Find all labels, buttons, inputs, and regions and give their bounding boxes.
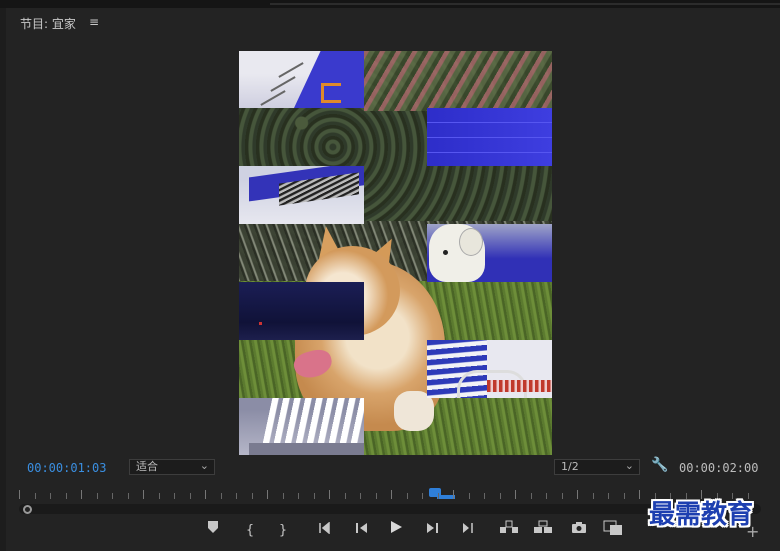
zoom-fit-value: 适合 — [136, 460, 158, 473]
ruler-tick — [127, 493, 129, 499]
ruler-tick — [608, 493, 609, 499]
ruler-tick — [344, 493, 346, 499]
ruler-tick — [313, 493, 315, 499]
image-tile-blue-wall — [427, 108, 552, 166]
panel-tab-bar: 节目: 宜家 ≡ — [6, 8, 780, 38]
ruler-tick — [267, 490, 268, 499]
ruler-tick — [360, 493, 361, 499]
playhead-timecode[interactable]: 00:00:01:03 — [27, 461, 106, 475]
program-viewer[interactable] — [239, 51, 552, 455]
ruler-tick — [623, 493, 625, 499]
resolution-value: 1/2 — [561, 460, 579, 473]
ruler-tick — [437, 493, 439, 499]
ruler-tick — [406, 493, 408, 499]
ruler-tick — [143, 490, 144, 499]
ruler-tick — [81, 490, 82, 499]
ruler-tick — [158, 493, 160, 499]
ruler-tick — [174, 493, 175, 499]
image-tile-striped-chair — [427, 340, 552, 398]
ruler-tick — [499, 493, 501, 499]
ruler-tick — [65, 493, 67, 499]
hedge-red-leaves — [364, 51, 552, 111]
ruler-tick — [422, 493, 423, 499]
ruler-tick — [205, 490, 206, 499]
image-tile-roof-slats — [239, 166, 364, 224]
ruler-tick — [484, 493, 485, 499]
panel-title[interactable]: 节目: 宜家 — [20, 15, 76, 32]
camera-icon[interactable] — [568, 520, 590, 542]
ruler-tick — [530, 493, 532, 499]
ruler-tick — [391, 490, 392, 499]
settings-wrench-icon[interactable]: 🔧 — [651, 457, 668, 473]
ruler-tick — [577, 490, 578, 499]
ruler-tick — [468, 493, 470, 499]
image-tile-dark-blue — [239, 282, 364, 340]
image-tile-white-fence — [239, 398, 364, 455]
ruler-tick — [515, 490, 516, 499]
ruler-tick — [639, 490, 640, 499]
go-to-in-icon[interactable] — [315, 520, 337, 542]
ruler-tick — [34, 493, 36, 499]
ruler-tick — [546, 493, 547, 499]
top-border — [0, 0, 780, 8]
play-icon[interactable] — [385, 520, 407, 542]
image-tile-bear-statue — [427, 224, 552, 282]
program-monitor-panel: 节目: 宜家 ≡ 00:00:01:03 适合 ⌄ 1/2 ⌄ 🔧 00:00:… — [6, 8, 780, 551]
chevron-down-icon: ⌄ — [624, 459, 634, 472]
ruler-tick — [19, 490, 20, 499]
go-to-out-icon[interactable] — [455, 520, 477, 542]
ruler-tick — [50, 493, 51, 499]
ruler-tick — [592, 493, 594, 499]
step-back-icon[interactable] — [351, 520, 373, 542]
lift-icon[interactable] — [498, 520, 520, 542]
duration-timecode: 00:00:02:00 — [679, 461, 759, 475]
watermark-logo: 最需教育 — [649, 500, 754, 530]
panel-menu-icon[interactable]: ≡ — [89, 15, 99, 29]
scrollbar-handle[interactable] — [23, 505, 32, 514]
comparison-view-icon[interactable] — [602, 520, 624, 542]
zoom-fit-dropdown[interactable]: 适合 ⌄ — [129, 459, 215, 475]
ruler-tick — [189, 493, 191, 499]
ruler-tick — [453, 490, 454, 499]
ruler-tick — [375, 493, 377, 499]
step-forward-icon[interactable] — [421, 520, 443, 542]
marker-icon[interactable] — [202, 520, 224, 542]
mark-in-icon[interactable]: { — [239, 520, 261, 542]
ruler-tick — [251, 493, 253, 499]
playback-resolution-dropdown[interactable]: 1/2 ⌄ — [554, 459, 640, 475]
ruler-tick — [561, 493, 563, 499]
in-out-range — [436, 495, 455, 499]
ruler-tick — [298, 493, 299, 499]
ruler-tick — [282, 493, 284, 499]
image-tile-building-sign — [239, 51, 364, 108]
ruler-tick — [112, 493, 113, 499]
chevron-down-icon: ⌄ — [199, 459, 209, 472]
mark-out-icon[interactable]: } — [272, 520, 294, 542]
ruler-tick — [329, 490, 330, 499]
ruler-tick — [236, 493, 237, 499]
extract-icon[interactable] — [532, 520, 554, 542]
ruler-tick — [220, 493, 222, 499]
ruler-tick — [96, 493, 98, 499]
